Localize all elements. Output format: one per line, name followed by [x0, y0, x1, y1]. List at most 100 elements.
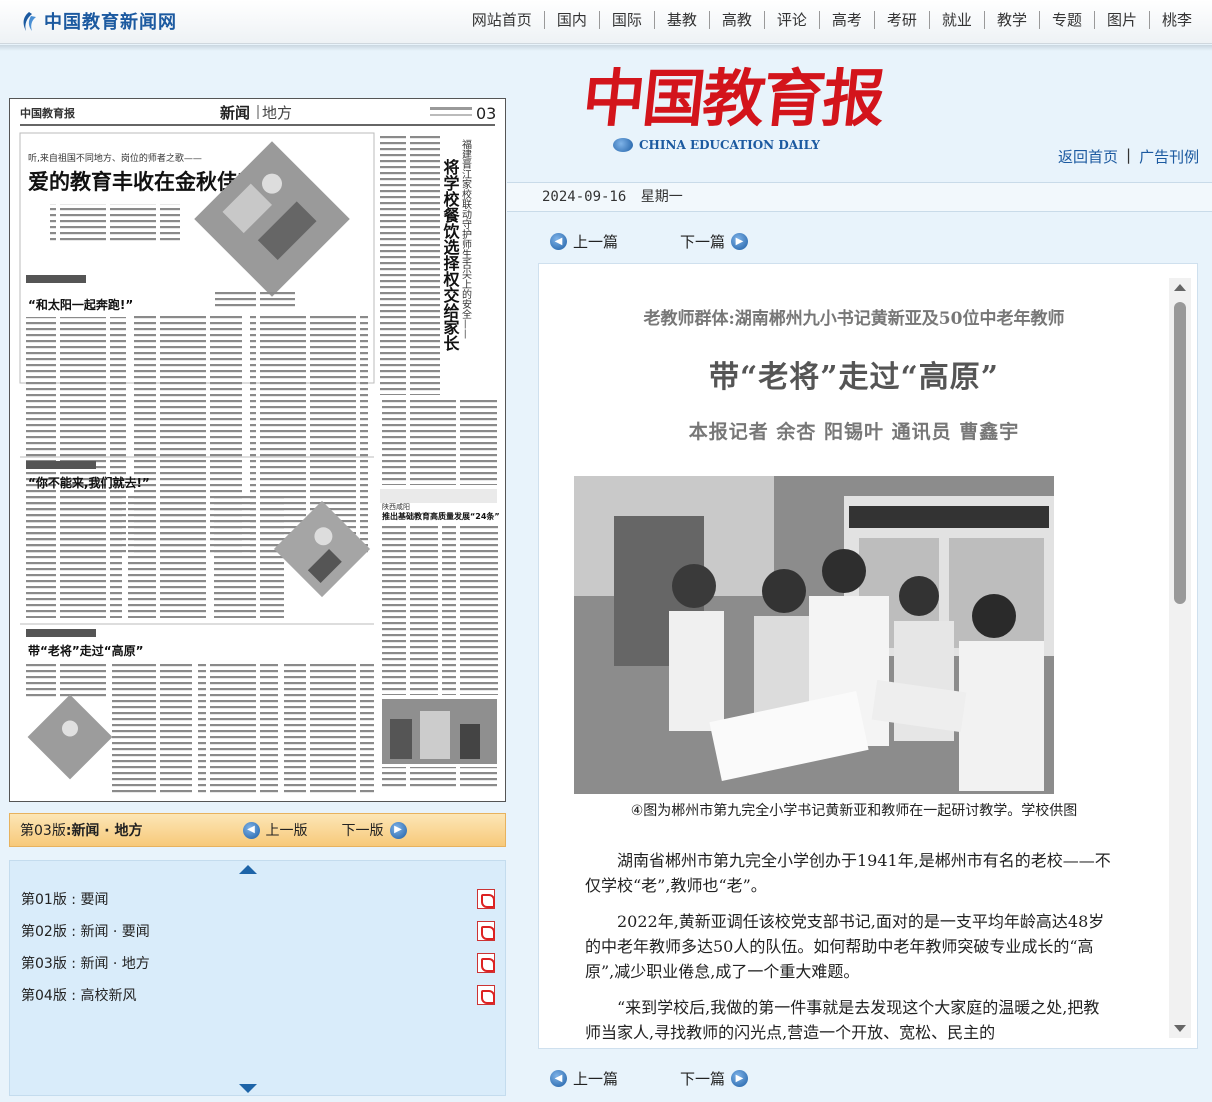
nav-item-higher-edu[interactable]: 高教 [708, 11, 764, 29]
edition-name: 新闻 · 地方 [80, 956, 150, 972]
arrow-right-icon: ▶ [731, 1070, 749, 1087]
current-version-name: 新闻 · 地方 [71, 823, 143, 839]
newspaper-page-image[interactable]: 中国教育报 新闻 地方 03 听,来自祖国不同地方、岗位的师者之歌—— 爱的教育… [9, 98, 506, 802]
edition-list-panel: 第01版 : 要闻 第02版 : 新闻 · 要闻 第03版 : 新闻 · 地方 … [9, 860, 506, 1096]
thumb-paper-name: 中国教育报 [20, 106, 76, 120]
edition-item[interactable]: 第02版 : 新闻 · 要闻 [10, 915, 507, 947]
edition-name: 新闻 · 要闻 [80, 924, 150, 940]
article-paragraph: 2022年,黄新亚调任该校党支部书记,面对的是一支平均年龄高达48岁的中老年教师… [585, 912, 1105, 981]
next-version-label: 下一版 [341, 823, 384, 839]
edition-no: 第04版 [21, 988, 67, 1004]
prev-article-button[interactable]: ◀ 上一篇 [550, 1068, 618, 1089]
edition-link[interactable]: 第01版 : 要闻 [21, 889, 108, 909]
scroll-down-icon[interactable] [239, 1084, 257, 1093]
article-paragraph: 湖南省郴州市第九完全小学创办于1941年,是郴州市有名的老校——不仅学校“老”,… [585, 851, 1111, 895]
nav-item-international[interactable]: 国际 [598, 11, 654, 29]
prev-version-button[interactable]: ◀ 上一版 [242, 820, 308, 840]
header-links: 返回首页 | 广告刊例 [1050, 146, 1207, 167]
article-byline: 本报记者 余杏 阳锡叶 通讯员 曹鑫宇 [688, 421, 1020, 443]
masthead-en: CHINA EDUCATION DAILY [639, 138, 820, 152]
nav-item-home[interactable]: 网站首页 [460, 11, 544, 29]
arrow-right-icon: ▶ [731, 233, 749, 250]
nav-item-basic-edu[interactable]: 基教 [653, 11, 709, 29]
edition-no: 第02版 [21, 924, 67, 940]
site-logo[interactable]: 中国教育新闻网 [20, 8, 177, 34]
next-article-button[interactable]: 下一篇 ▶ [680, 1068, 749, 1089]
edition-link[interactable]: 第04版 : 高校新风 [21, 985, 136, 1005]
prev-article-button[interactable]: ◀ 上一篇 [550, 231, 618, 252]
scrollbar-thumb[interactable] [1174, 302, 1186, 604]
date-bar: 2024-09-16 星期一 [507, 182, 1212, 212]
thumb-subsection: 地方 [262, 104, 292, 122]
photo-caption: ④图为郴州市第九完全小学书记黄新亚和教师在一起研讨教学。学校供图 [630, 803, 1078, 819]
thumb-side-small-kicker: 陕西咸阳 [382, 502, 410, 511]
next-article-button[interactable]: 下一篇 ▶ [680, 231, 749, 252]
prev-article-label: 上一篇 [573, 1070, 619, 1088]
next-article-label: 下一篇 [680, 233, 726, 251]
issue-weekday: 星期一 [640, 189, 683, 205]
issue-date: 2024-09-16 [542, 189, 627, 205]
scroll-up-icon[interactable] [239, 865, 257, 874]
nav-item-jobs[interactable]: 就业 [928, 11, 984, 29]
article-paragraph: “来到学校后,我做的第一件事就是去发现这个大家庭的温暖之处,把教师当家人,寻找教… [585, 998, 1100, 1042]
nav-item-kaoyan[interactable]: 考研 [873, 11, 929, 29]
top-nav: 网站首页 国内 国际 基教 高教 评论 高考 考研 就业 教学 专题 图片 桃李 [460, 11, 1204, 29]
current-version: 第03版:新闻 · 地方 [20, 823, 143, 839]
next-version-button[interactable]: 下一版 ▶ [342, 820, 407, 840]
nav-item-photos[interactable]: 图片 [1093, 11, 1149, 29]
article-kicker: 老教师群体:湖南郴州九小书记黄新亚及50位中老年教师 [643, 309, 1065, 329]
back-home-link[interactable]: 返回首页 [1050, 146, 1126, 167]
nav-item-teaching[interactable]: 教学 [983, 11, 1039, 29]
article-pager-top: ◀ 上一篇 下一篇 ▶ [550, 231, 749, 252]
header-shadow [0, 45, 1212, 51]
prev-article-label: 上一篇 [573, 233, 619, 251]
site-header: 中国教育新闻网 网站首页 国内 国际 基教 高教 评论 高考 考研 就业 教学 … [0, 0, 1212, 44]
edition-name: 高校新风 [80, 988, 137, 1004]
site-logo-text: 中国教育新闻网 [44, 12, 177, 33]
article-scrollbar[interactable] [1169, 278, 1191, 1038]
arrow-left-icon: ◀ [550, 1070, 567, 1087]
thumb-page-no: 03 [476, 104, 496, 123]
masthead-emblem-icon [613, 138, 633, 152]
thumb-section: 新闻 [220, 104, 250, 122]
edition-name: 要闻 [80, 892, 109, 908]
newspaper-masthead: 中国教育报 CHINA EDUCATION DAILY [579, 62, 887, 152]
thumb-story3-title: 带“老将”走过“高原” [28, 643, 144, 658]
arrow-right-icon: ▶ [389, 821, 407, 839]
nav-item-taoli[interactable]: 桃李 [1148, 11, 1204, 29]
scroll-down-arrow-icon[interactable] [1174, 1025, 1186, 1032]
edition-item[interactable]: 第04版 : 高校新风 [10, 979, 507, 1011]
arrow-left-icon: ◀ [550, 233, 567, 250]
edition-no: 第01版 [21, 892, 67, 908]
pdf-icon[interactable] [477, 921, 495, 941]
article-content: 老教师群体:湖南郴州九小书记黄新亚及50位中老年教师 带“老将”走过“高原” 本… [538, 263, 1198, 1049]
article-pager-bottom: ◀ 上一篇 下一篇 ▶ [550, 1068, 749, 1089]
edition-item[interactable]: 第01版 : 要闻 [10, 883, 507, 915]
thumb-lead-kicker: 听,来自祖国不同地方、岗位的师者之歌—— [28, 152, 202, 164]
edition-item[interactable]: 第03版 : 新闻 · 地方 [10, 947, 507, 979]
current-version-no: 第03版 [20, 823, 66, 839]
prev-version-label: 上一版 [265, 823, 308, 839]
version-bar: 第03版:新闻 · 地方 ◀ 上一版 下一版 ▶ [9, 813, 506, 847]
nav-item-comment[interactable]: 评论 [763, 11, 819, 29]
edition-link[interactable]: 第02版 : 新闻 · 要闻 [21, 921, 150, 941]
edition-link[interactable]: 第03版 : 新闻 · 地方 [21, 953, 150, 973]
thumb-story1-title: “和太阳一起奔跑!” [28, 297, 133, 312]
thumb-side-kicker: 福建晋江家校联动守护师生舌尖上的安全—— [460, 138, 472, 339]
masthead-subtitle: CHINA EDUCATION DAILY [613, 138, 883, 152]
article-photo [574, 476, 1054, 794]
pdf-icon[interactable] [477, 953, 495, 973]
article-headline: 带“老将”走过“高原” [708, 360, 1000, 395]
ad-rates-link[interactable]: 广告刊例 [1131, 146, 1207, 167]
scroll-up-arrow-icon[interactable] [1174, 284, 1186, 291]
thumb-side-small-title: 推出基础教育高质量发展“24条” [382, 511, 500, 521]
nav-item-topics[interactable]: 专题 [1038, 11, 1094, 29]
thumb-side-title: 将学校餐饮选择权交给家长 [441, 158, 461, 352]
pdf-icon[interactable] [477, 889, 495, 909]
pdf-icon[interactable] [477, 985, 495, 1005]
edition-no: 第03版 [21, 956, 67, 972]
article-body: 湖南省郴州市第九完全小学创办于1941年,是郴州市有名的老校——不仅学校“老”,… [585, 848, 1115, 1056]
nav-item-gaokao[interactable]: 高考 [818, 11, 874, 29]
site-logo-icon [20, 11, 38, 31]
nav-item-domestic[interactable]: 国内 [543, 11, 599, 29]
